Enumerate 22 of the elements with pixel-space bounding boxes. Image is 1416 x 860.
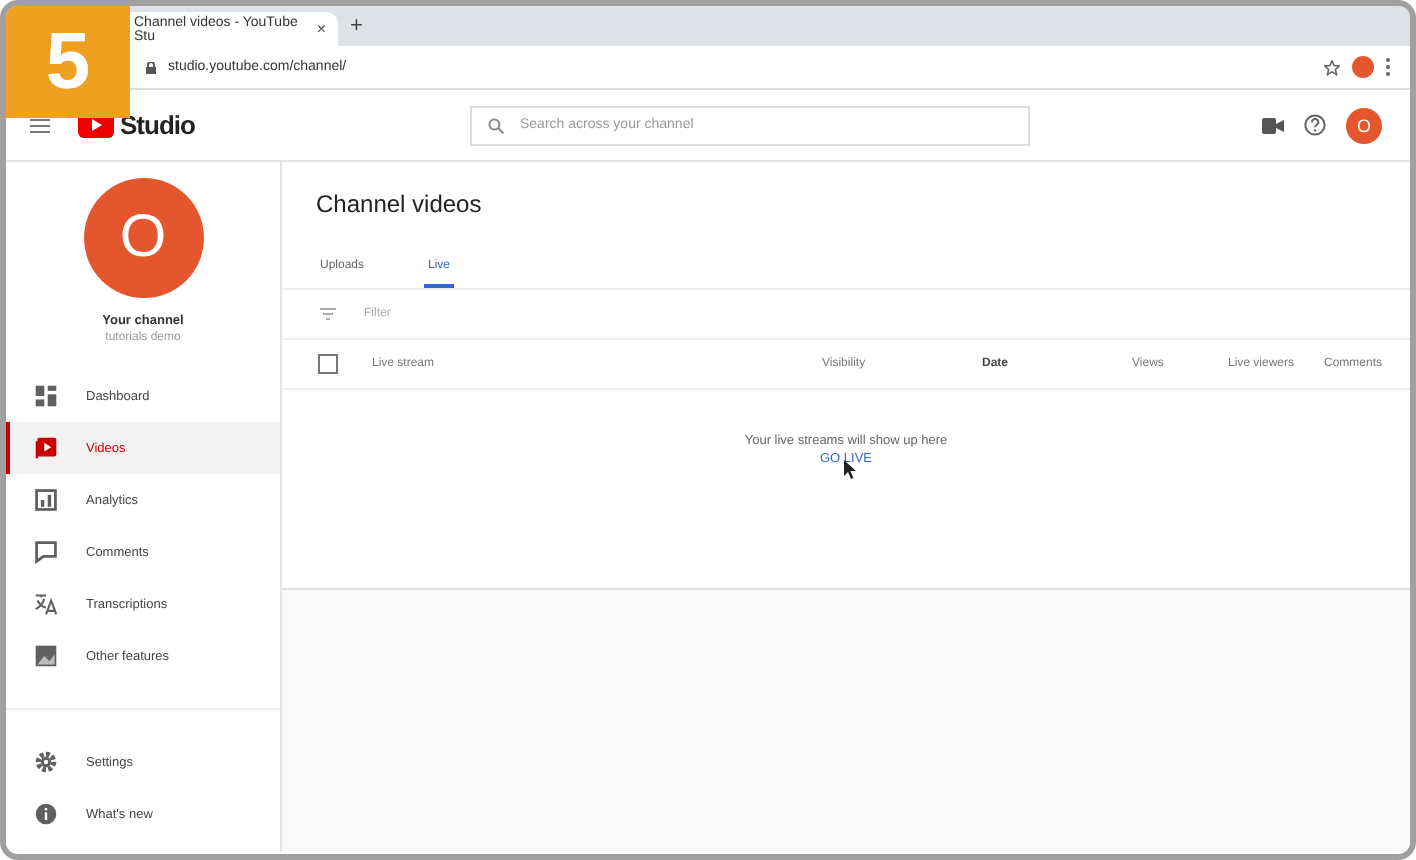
channel-avatar[interactable]: O (83, 178, 203, 298)
nav-icon (34, 540, 58, 564)
nav-icon (34, 436, 58, 460)
search-icon (488, 117, 504, 133)
nav-icon (34, 384, 58, 408)
star-icon[interactable] (1324, 59, 1340, 75)
nav-icon (34, 802, 58, 826)
lock-icon (146, 61, 156, 73)
nav-icon (34, 488, 58, 512)
mouse-cursor-icon (843, 460, 857, 480)
page-title: Channel videos (314, 188, 484, 222)
help-icon[interactable] (1304, 114, 1326, 136)
profile-avatar[interactable] (1352, 56, 1374, 78)
nav-icon (34, 750, 58, 774)
new-tab-button[interactable]: + (350, 15, 363, 37)
account-avatar[interactable]: O (1346, 107, 1382, 143)
nav-icon (34, 592, 58, 616)
menu-icon[interactable] (30, 117, 50, 133)
camera-icon[interactable] (1262, 117, 1284, 133)
select-all-checkbox[interactable] (318, 354, 338, 374)
nav-icon (34, 644, 58, 668)
step-number: 5 (6, 6, 130, 118)
